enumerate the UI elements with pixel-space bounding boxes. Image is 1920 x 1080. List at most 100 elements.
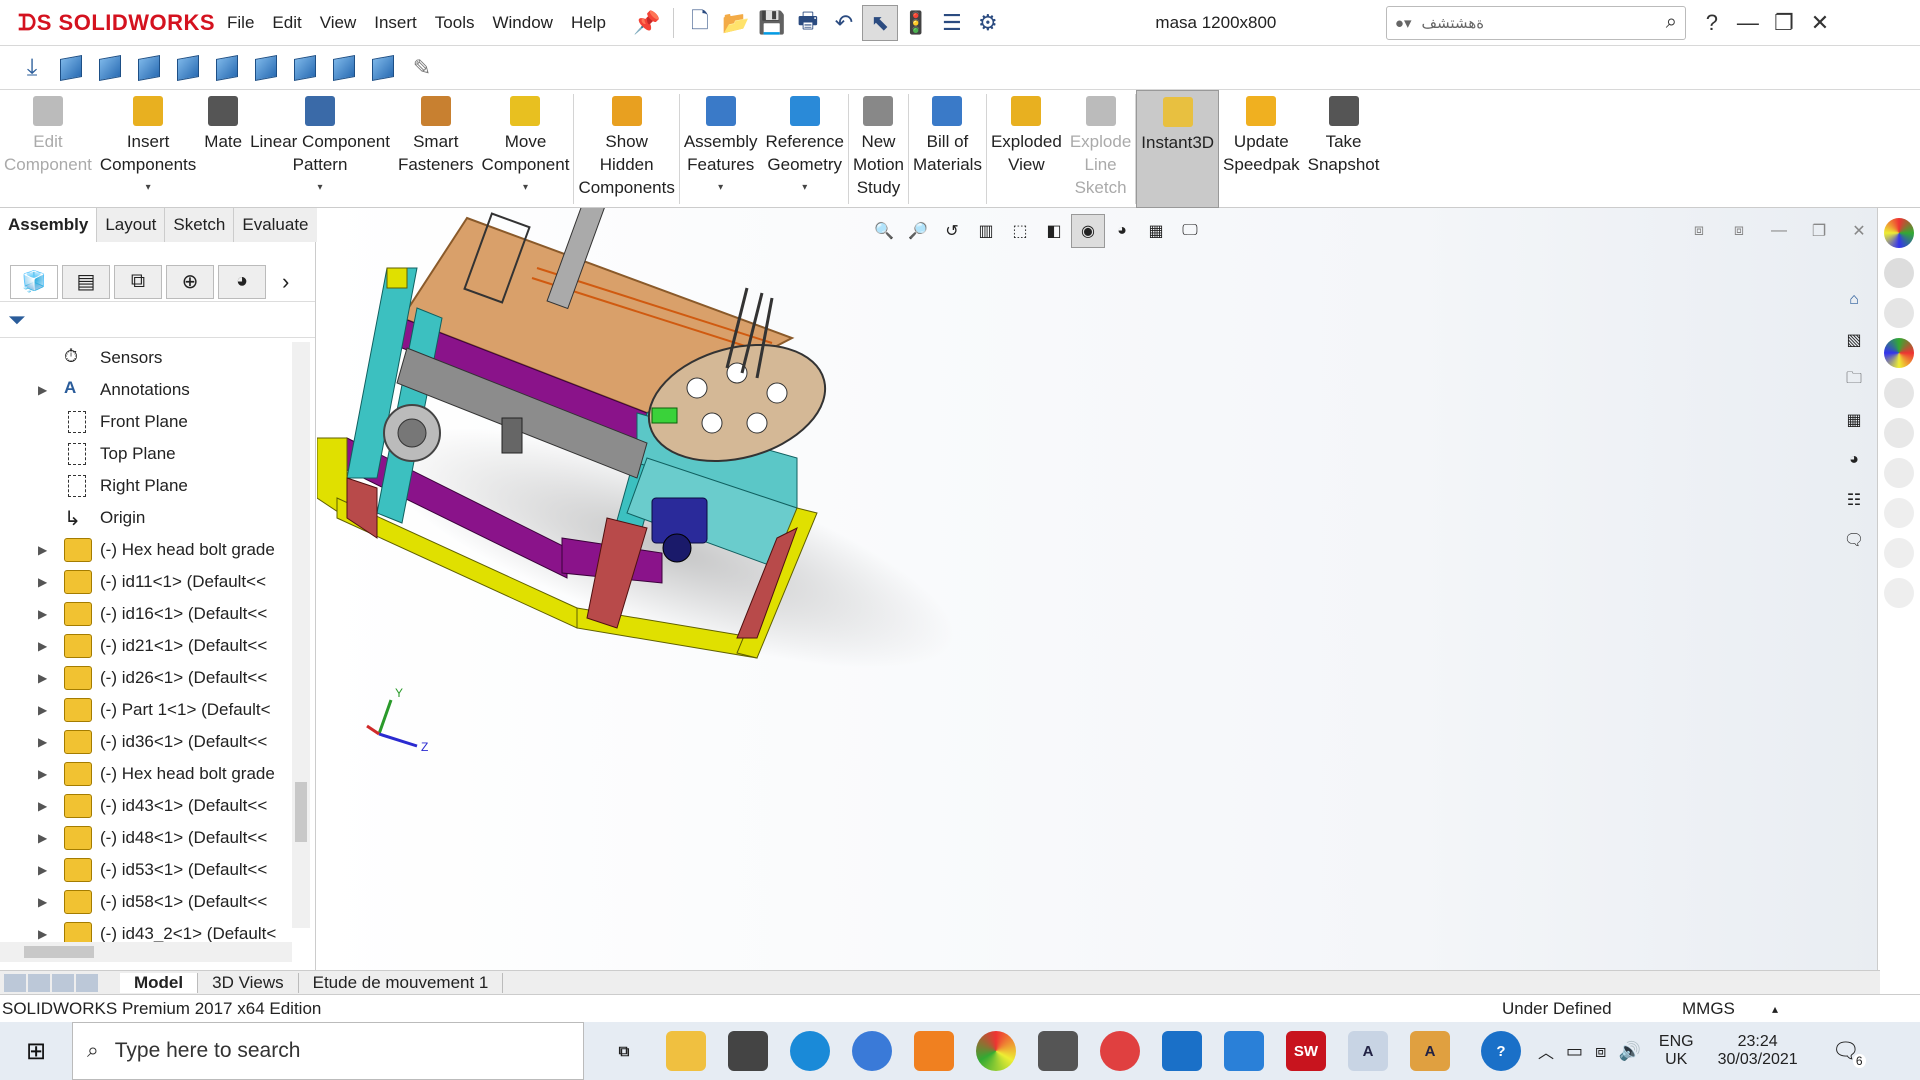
tree-horizontal-scrollbar[interactable] <box>0 942 292 962</box>
open-document-icon[interactable]: 📂 <box>718 5 754 41</box>
expand-arrow-icon[interactable]: ▶ <box>38 831 64 845</box>
prev-tab-icon[interactable] <box>28 973 50 992</box>
status-units[interactable]: MMGS <box>1682 999 1772 1019</box>
tab-assembly[interactable]: Assembly <box>0 208 98 242</box>
view-right-icon[interactable] <box>170 50 206 86</box>
expand-arrow-icon[interactable]: ▶ <box>38 639 64 653</box>
app-icon[interactable] <box>1100 1031 1140 1071</box>
tree-item[interactable]: ▶ A Annotations <box>0 374 315 406</box>
smart-fasteners-button[interactable]: Smart Fasteners <box>394 90 478 208</box>
menu-edit[interactable]: Edit <box>263 0 310 46</box>
select-icon[interactable]: ⬉ <box>861 4 898 41</box>
solidworks-forum-icon[interactable] <box>1884 458 1914 488</box>
dropdown-arrow-icon[interactable]: ▾ <box>146 176 151 199</box>
tree-scrollbar[interactable] <box>292 342 310 928</box>
tree-item[interactable]: ▶ (-) id16<1> (Default<< <box>0 598 315 630</box>
linear-component-pattern-button[interactable]: Linear Component Pattern ▾ <box>246 90 394 208</box>
clock[interactable]: 23:24 30/03/2021 <box>1718 1033 1798 1069</box>
menu-window[interactable]: Window <box>483 0 561 46</box>
windows-start-icon[interactable]: ⊞ <box>0 1037 72 1066</box>
expand-arrow-icon[interactable]: ▶ <box>38 863 64 877</box>
instant3d-button[interactable]: Instant3D <box>1136 90 1220 208</box>
file-explorer-icon[interactable] <box>1884 298 1914 328</box>
expand-arrow-icon[interactable]: ▶ <box>38 671 64 685</box>
forum-icon[interactable]: 🗨 <box>1837 523 1871 557</box>
app-icon[interactable] <box>914 1031 954 1071</box>
bottom-tab-etude-de-mouvement-1[interactable]: Etude de mouvement 1 <box>299 972 504 993</box>
menu-file[interactable]: File <box>218 0 263 46</box>
view-bottom-icon[interactable] <box>248 50 284 86</box>
first-tab-icon[interactable] <box>4 973 26 992</box>
media-app-icon[interactable] <box>1162 1031 1202 1071</box>
new-document-icon[interactable]: 🗋 <box>682 5 718 41</box>
design-library-icon[interactable] <box>1884 258 1914 288</box>
file-explorer-app-icon[interactable] <box>666 1031 706 1071</box>
solidworks-app-icon[interactable]: SW <box>1286 1031 1326 1071</box>
menu-insert[interactable]: Insert <box>365 0 426 46</box>
pin-icon[interactable]: 📌 <box>629 5 665 41</box>
expand-arrow-icon[interactable]: ▶ <box>38 735 64 749</box>
show-hidden-components-button[interactable]: Show Hidden Components <box>574 90 678 208</box>
language-indicator[interactable]: ENG UK <box>1659 1033 1694 1069</box>
undo-icon[interactable]: ↶ <box>826 5 862 41</box>
view-front-icon[interactable] <box>53 50 89 86</box>
battery-icon[interactable]: ▭ <box>1566 1041 1583 1062</box>
view-trimetric-icon[interactable] <box>326 50 362 86</box>
tree-item[interactable]: ▶ (-) id11<1> (Default<< <box>0 566 315 598</box>
3d-view-icon[interactable]: ▧ <box>1837 323 1871 357</box>
browser-app-icon[interactable] <box>852 1031 892 1071</box>
dropdown-arrow-icon[interactable]: ▾ <box>802 176 807 199</box>
tree-item[interactable]: ▶ (-) id53<1> (Default<< <box>0 854 315 886</box>
last-tab-icon[interactable] <box>76 973 98 992</box>
custom-properties-icon[interactable]: ☷ <box>1837 483 1871 517</box>
appearances-icon[interactable]: ◕ <box>1837 443 1871 477</box>
menu-tools[interactable]: Tools <box>426 0 484 46</box>
tree-item[interactable]: Front Plane <box>0 406 315 438</box>
tree-item[interactable]: ▶ (-) id21<1> (Default<< <box>0 630 315 662</box>
search-icon[interactable]: ⌕ <box>1666 11 1677 34</box>
notifications-icon[interactable]: 🗨 6 <box>1832 1038 1866 1068</box>
split-right-icon[interactable]: ⧈ <box>1722 214 1756 248</box>
exploded-view-button[interactable]: Exploded View <box>987 90 1066 208</box>
take-snapshot-button[interactable]: Take Snapshot <box>1304 90 1384 208</box>
configuration-manager-tab-icon[interactable]: ⧉ <box>114 264 162 299</box>
menu-view[interactable]: View <box>311 0 366 46</box>
search-dropdown-icon[interactable]: ●▾ <box>1395 14 1412 32</box>
tab-evaluate[interactable]: Evaluate <box>234 208 318 242</box>
solidworks-tool-icon[interactable]: A <box>1410 1031 1450 1071</box>
mate-button[interactable]: Mate <box>200 90 246 208</box>
expand-arrow-icon[interactable]: ▶ <box>38 607 64 621</box>
tree-item[interactable]: ▶ (-) id36<1> (Default<< <box>0 726 315 758</box>
viewport-close-icon[interactable]: ✕ <box>1842 214 1876 248</box>
solidworks-tool-icon[interactable]: A <box>1348 1031 1388 1071</box>
assembly-features-button[interactable]: Assembly Features ▾ <box>680 90 762 208</box>
solidworks-resources-icon[interactable] <box>1884 218 1914 248</box>
folder-icon[interactable]: 🗀 <box>1837 363 1871 397</box>
tree-horizontal-thumb[interactable] <box>24 946 94 958</box>
minimize-window-icon[interactable]: — <box>1730 5 1766 41</box>
expand-arrow-icon[interactable]: ▶ <box>38 543 64 557</box>
tray-chevron-icon[interactable]: ︿ <box>1538 1039 1554 1063</box>
bill-of-materials-button[interactable]: Bill of Materials <box>909 90 986 208</box>
home-view-icon[interactable]: ⌂ <box>1837 283 1871 317</box>
expand-arrow-icon[interactable]: ▶ <box>38 767 64 781</box>
tree-item[interactable]: ▶ (-) id48<1> (Default<< <box>0 822 315 854</box>
app-icon[interactable] <box>1038 1031 1078 1071</box>
volume-icon[interactable]: 🔊 <box>1618 1041 1640 1062</box>
help-icon[interactable]: ? <box>1694 5 1730 41</box>
update-speedpak-button[interactable]: Update Speedpak <box>1219 90 1304 208</box>
tab-nav-arrows[interactable] <box>4 973 98 992</box>
normal-to-icon[interactable]: ⤓ <box>14 50 50 86</box>
insert-components-button[interactable]: Insert Components ▾ <box>96 90 200 208</box>
rebuild-icon[interactable]: 🚦 <box>898 5 934 41</box>
save-icon[interactable]: 💾 <box>754 5 790 41</box>
bottom-tab-model[interactable]: Model <box>120 972 199 993</box>
close-window-icon[interactable]: ✕ <box>1802 5 1838 41</box>
units-dropdown-icon[interactable]: ▴ <box>1772 1002 1778 1016</box>
view-top-icon[interactable] <box>209 50 245 86</box>
expand-arrow-icon[interactable]: ▶ <box>38 575 64 589</box>
options-gear-icon[interactable]: ⚙ <box>970 5 1006 41</box>
dropdown-arrow-icon[interactable]: ▾ <box>523 176 528 199</box>
tree-item[interactable]: ▶ (-) Part 1<1> (Default< <box>0 694 315 726</box>
photos-app-icon[interactable] <box>1224 1031 1264 1071</box>
